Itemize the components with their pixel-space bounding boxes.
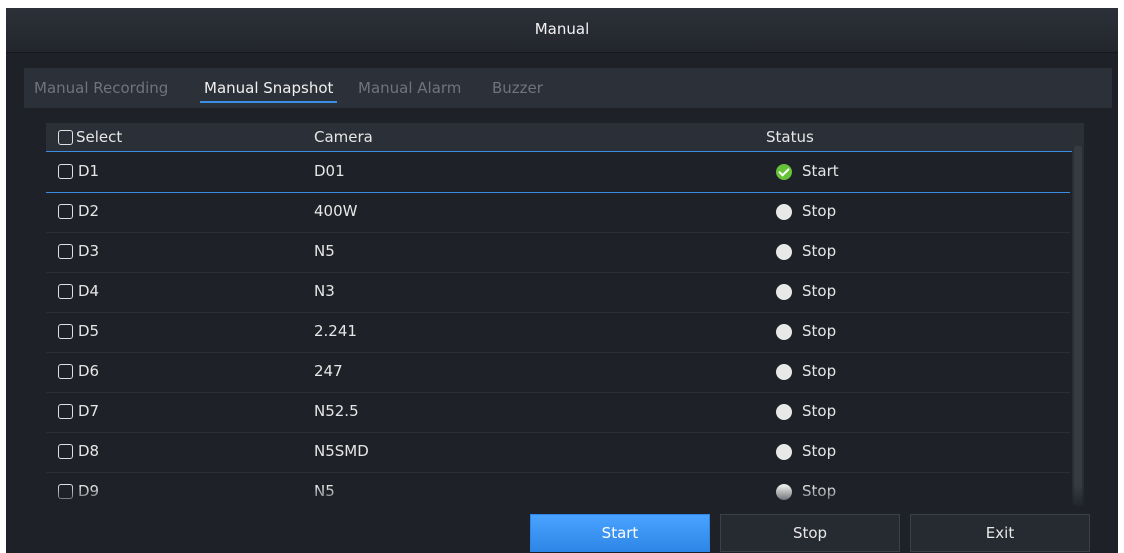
row-checkbox[interactable] xyxy=(58,324,73,339)
row-checkbox[interactable] xyxy=(58,164,73,179)
row-status: Stop xyxy=(802,362,837,380)
status-dot-icon xyxy=(776,204,792,220)
tab-manual-recording[interactable]: Manual Recording xyxy=(34,79,168,97)
row-channel-id: D1 xyxy=(78,162,100,180)
row-camera-name: N5SMD xyxy=(314,442,369,460)
table-scrollbar[interactable] xyxy=(1072,146,1084,506)
table-row[interactable]: D8 N5SMD Stop xyxy=(46,432,1070,473)
row-channel-id: D7 xyxy=(78,402,100,420)
status-dot-icon xyxy=(776,444,792,460)
manual-dialog: Manual Manual Recording Manual Snapshot … xyxy=(6,8,1118,553)
row-camera-name: N52.5 xyxy=(314,402,359,420)
row-status: Stop xyxy=(802,242,837,260)
table-row[interactable]: D3 N5 Stop xyxy=(46,232,1070,273)
dialog-title: Manual xyxy=(534,20,590,38)
status-dot-icon xyxy=(776,244,792,260)
scrollbar-thumb[interactable] xyxy=(1074,146,1082,506)
header-status: Status xyxy=(766,128,814,146)
row-checkbox[interactable] xyxy=(58,404,73,419)
header-camera: Camera xyxy=(314,128,373,146)
camera-table: Select Camera Status D1 D01 Start D2 400W Sto… xyxy=(46,123,1084,507)
row-channel-id: D4 xyxy=(78,282,100,300)
status-dot-icon xyxy=(776,284,792,300)
row-camera-name: 247 xyxy=(314,362,343,380)
row-camera-name: 400W xyxy=(314,202,358,220)
row-channel-id: D6 xyxy=(78,362,100,380)
list-fade xyxy=(6,486,1118,510)
header-select: Select xyxy=(76,128,123,146)
tab-manual-snapshot[interactable]: Manual Snapshot xyxy=(199,79,338,103)
row-status: Stop xyxy=(802,402,837,420)
row-channel-id: D3 xyxy=(78,242,100,260)
table-row[interactable]: D6 247 Stop xyxy=(46,352,1070,393)
start-button[interactable]: Start xyxy=(530,514,710,552)
table-header: Select Camera Status xyxy=(46,123,1084,152)
row-checkbox[interactable] xyxy=(58,364,73,379)
select-all-checkbox[interactable] xyxy=(58,130,73,145)
table-row[interactable]: D4 N3 Stop xyxy=(46,272,1070,313)
status-dot-icon xyxy=(776,324,792,340)
row-checkbox[interactable] xyxy=(58,444,73,459)
row-checkbox[interactable] xyxy=(58,204,73,219)
row-status: Stop xyxy=(802,322,837,340)
row-channel-id: D8 xyxy=(78,442,100,460)
status-dot-icon xyxy=(776,404,792,420)
status-dot-icon xyxy=(776,364,792,380)
row-camera-name: 2.241 xyxy=(314,322,357,340)
table-row[interactable]: D1 D01 Start xyxy=(46,152,1070,193)
row-camera-name: D01 xyxy=(314,162,345,180)
exit-button[interactable]: Exit xyxy=(910,514,1090,552)
row-status: Stop xyxy=(802,202,837,220)
row-status: Stop xyxy=(802,282,837,300)
row-checkbox[interactable] xyxy=(58,284,73,299)
row-channel-id: D2 xyxy=(78,202,100,220)
row-camera-name: N3 xyxy=(314,282,335,300)
check-circle-icon xyxy=(776,164,792,180)
row-status: Start xyxy=(802,162,839,180)
row-camera-name: N5 xyxy=(314,242,335,260)
tab-buzzer[interactable]: Buzzer xyxy=(492,79,543,97)
stop-button[interactable]: Stop xyxy=(720,514,900,552)
table-row[interactable]: D2 400W Stop xyxy=(46,192,1070,233)
tab-manual-alarm[interactable]: Manual Alarm xyxy=(358,79,461,97)
title-bar: Manual xyxy=(6,8,1118,53)
row-status: Stop xyxy=(802,442,837,460)
row-checkbox[interactable] xyxy=(58,244,73,259)
table-row[interactable]: D7 N52.5 Stop xyxy=(46,392,1070,433)
row-channel-id: D5 xyxy=(78,322,100,340)
tab-bar: Manual Recording Manual Snapshot Manual … xyxy=(24,68,1112,108)
table-row[interactable]: D5 2.241 Stop xyxy=(46,312,1070,353)
